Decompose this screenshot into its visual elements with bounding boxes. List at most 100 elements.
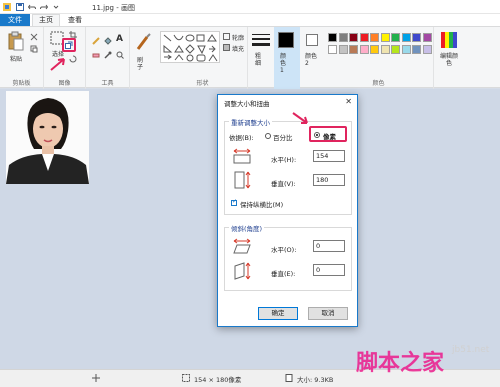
size-label[interactable]: 粗细 <box>255 53 263 67</box>
keep-aspect-label[interactable]: 保持纵横比(M) <box>240 199 283 209</box>
resize-skew-dialog: 调整大小和扭曲 ✕ 重新调整大小 依据(B): 百分比 像素 水平(H): 15… <box>217 94 358 327</box>
portrait-photo <box>6 91 89 184</box>
skew-vertical-input[interactable]: 0 <box>313 264 345 276</box>
color2-label: 颜色 2 <box>305 53 318 67</box>
undo-icon[interactable] <box>28 3 36 11</box>
group-image: 选择 图像 <box>44 27 86 89</box>
canvas-image[interactable] <box>6 91 89 184</box>
pixels-radio[interactable] <box>314 132 320 138</box>
window-title: 11.jpg - 画图 <box>92 4 135 12</box>
percent-radio[interactable] <box>265 133 271 139</box>
outline-label[interactable]: 轮廓 <box>232 33 244 42</box>
copy-icon[interactable] <box>30 45 38 53</box>
pointer-arrow-icon <box>50 58 65 71</box>
dialog-title-bar: 调整大小和扭曲 ✕ <box>218 95 357 109</box>
palette-swatch[interactable] <box>349 33 358 42</box>
group-shapes: 轮廓 填充 形状 <box>158 27 248 89</box>
palette-swatch[interactable] <box>412 45 421 54</box>
horizontal-input[interactable]: 154 <box>313 150 345 162</box>
image-dimensions: 154 × 180像素 <box>194 376 242 384</box>
palette-swatch[interactable] <box>391 33 400 42</box>
tab-view[interactable]: 查看 <box>62 14 88 26</box>
pointer-arrow-icon <box>292 112 308 124</box>
close-icon[interactable]: ✕ <box>345 97 352 106</box>
magnifier-icon[interactable] <box>116 51 124 59</box>
edit-colors-icon <box>441 32 457 48</box>
keep-aspect-checkbox[interactable] <box>231 198 237 206</box>
title-bar: 11.jpg - 画图 <box>0 0 500 14</box>
save-icon[interactable] <box>16 3 24 11</box>
group-tools-label: 工具 <box>101 80 114 87</box>
watermark-text: 脚本之家 <box>356 351 445 376</box>
eraser-icon[interactable] <box>92 51 100 59</box>
tab-home[interactable]: 主页 <box>32 14 60 26</box>
palette-swatch[interactable] <box>359 45 369 54</box>
skew-horizontal-input[interactable]: 0 <box>313 240 345 252</box>
horizontal-resize-icon <box>233 148 251 164</box>
color1-label: 颜色 1 <box>280 53 287 74</box>
color-picker-icon[interactable] <box>104 51 112 59</box>
skew-section: 倾斜(角度) 水平(O): 0 垂直(E): 0 <box>224 223 352 291</box>
palette-swatch[interactable] <box>328 45 337 54</box>
vertical-input[interactable]: 180 <box>313 174 345 186</box>
palette-swatch[interactable] <box>412 33 421 42</box>
group-tools: A 工具 <box>86 27 130 89</box>
file-size: 大小: 9.3KB <box>297 376 334 384</box>
fill-label[interactable]: 填充 <box>232 44 244 53</box>
percent-label[interactable]: 百分比 <box>273 132 293 142</box>
shapes-gallery[interactable] <box>160 31 220 63</box>
redo-icon[interactable] <box>40 3 48 11</box>
group-size: 粗细 <box>248 27 274 89</box>
group-brushes: 刷子 <box>130 27 158 89</box>
group-colors: 颜色 <box>324 27 434 89</box>
palette-swatch[interactable] <box>349 45 358 54</box>
palette-swatch[interactable] <box>359 33 369 42</box>
skew-vertical-label: 垂直(E): <box>271 270 296 278</box>
resize-section-label: 重新调整大小 <box>229 117 272 127</box>
palette-swatch[interactable] <box>422 45 432 54</box>
tab-file[interactable]: 文件 <box>0 14 30 26</box>
group-clipboard-label: 剪贴板 <box>12 80 31 87</box>
palette-swatch[interactable] <box>380 33 390 42</box>
paint-app-icon <box>3 3 11 11</box>
brush-icon[interactable] <box>135 33 151 51</box>
cancel-button[interactable]: 取消 <box>308 307 348 320</box>
group-image-label: 图像 <box>58 80 71 87</box>
brushes-label[interactable]: 刷子 <box>137 57 145 71</box>
cut-icon[interactable] <box>30 33 38 41</box>
outline-icon[interactable] <box>223 33 230 40</box>
customize-quick-access-icon[interactable] <box>52 3 60 11</box>
pixels-label[interactable]: 像素 <box>323 131 336 141</box>
shapes-icon <box>163 34 218 62</box>
palette-swatch[interactable] <box>328 33 337 42</box>
paste-label[interactable]: 粘贴 <box>10 54 22 63</box>
skew-vertical-icon <box>234 262 251 280</box>
horizontal-label: 水平(H): <box>271 156 297 164</box>
color1-swatch <box>278 32 294 48</box>
line-size-icon[interactable] <box>252 33 270 49</box>
ribbon: 粘贴 剪贴板 选择 图像 A 工具 刷子 轮廓 填充 形状 粗细 颜色 1 颜色… <box>0 26 500 89</box>
palette-swatch[interactable] <box>370 33 379 42</box>
rotate-icon[interactable] <box>69 55 77 63</box>
fill-icon[interactable] <box>223 44 230 51</box>
fill-bucket-icon[interactable] <box>104 37 112 45</box>
resize-icon[interactable] <box>65 41 73 49</box>
palette-swatch[interactable] <box>338 45 348 54</box>
palette-swatch[interactable] <box>401 45 411 54</box>
palette-swatch[interactable] <box>380 45 390 54</box>
color1-button[interactable]: 颜色 1 <box>274 27 300 89</box>
ok-button[interactable]: 确定 <box>258 307 298 320</box>
skew-horizontal-icon <box>233 238 251 254</box>
palette-swatch[interactable] <box>422 33 432 42</box>
palette-swatch[interactable] <box>401 33 411 42</box>
palette-swatch[interactable] <box>391 45 400 54</box>
palette-swatch[interactable] <box>338 33 348 42</box>
cursor-position-icon <box>92 374 100 382</box>
edit-colors-button[interactable]: 编辑颜色 <box>434 27 464 89</box>
palette-swatch[interactable] <box>370 45 379 54</box>
text-tool-icon[interactable]: A <box>116 34 123 44</box>
pencil-icon[interactable] <box>92 37 100 45</box>
resize-section: 重新调整大小 依据(B): 百分比 像素 水平(H): 154 垂直(V): 1… <box>224 117 352 215</box>
paste-icon[interactable] <box>8 31 24 51</box>
color2-button[interactable]: 颜色 2 <box>300 27 324 89</box>
